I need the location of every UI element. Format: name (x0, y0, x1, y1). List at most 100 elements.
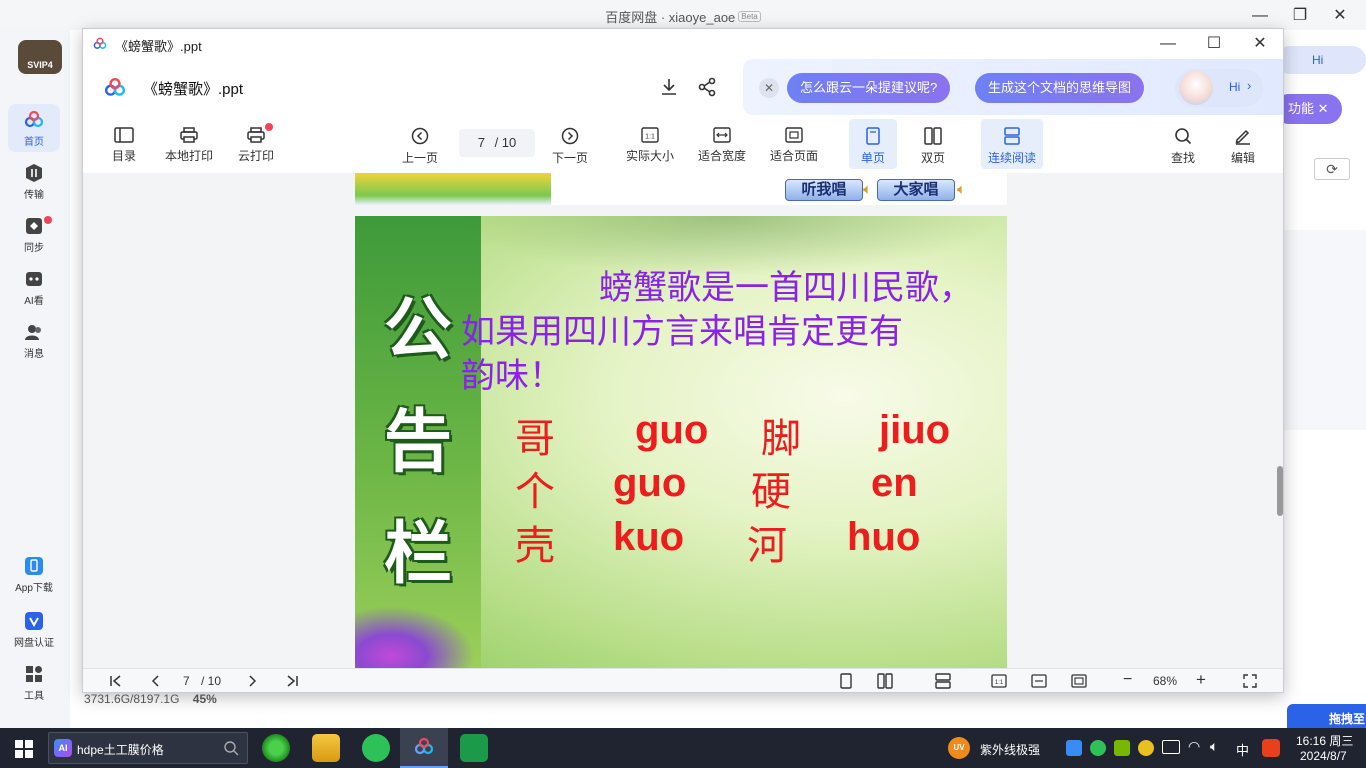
battery-icon[interactable] (1162, 740, 1180, 754)
bg-hi-chip[interactable]: Hi (1276, 46, 1366, 74)
ai-hi-button[interactable]: Hi › (1175, 69, 1263, 107)
minimize-button[interactable]: — (1148, 32, 1188, 56)
close-button[interactable]: ✕ (1240, 32, 1280, 56)
sidebar-item-transfer[interactable]: 传输 (8, 157, 60, 205)
screen-app-icon[interactable] (460, 734, 488, 762)
find-label: 查找 (1170, 151, 1195, 165)
current-page: 7 (477, 135, 485, 150)
prev-page-button[interactable]: 上一页 (395, 119, 445, 169)
flower-decoration (355, 606, 475, 668)
sing-along-button[interactable]: 大家唱 (877, 179, 955, 201)
browser-app-icon[interactable] (262, 734, 290, 762)
sogou-ime-icon[interactable] (1262, 739, 1280, 757)
zoom-in-button[interactable]: + (1196, 670, 1206, 690)
pinyin-sound: jiuo (879, 408, 951, 452)
status-current-page[interactable]: 7 (183, 674, 190, 688)
last-page-icon[interactable] (285, 674, 299, 688)
wechat-tray-icon[interactable] (1090, 740, 1106, 756)
cloud-print-button[interactable]: 云打印 (231, 119, 281, 169)
taskbar-search-box[interactable]: AI hdpe土工膜价格 (48, 732, 248, 764)
uv-weather-label[interactable]: 紫外线极强 (980, 741, 1040, 758)
pinyin-sound: kuo (613, 515, 685, 559)
prev-slide-decoration (355, 173, 551, 205)
sidebar-item-label: 消息 (24, 349, 44, 360)
zoom-level[interactable]: 68% (1153, 674, 1177, 688)
zoom-out-button[interactable]: − (1123, 671, 1132, 689)
first-page-icon[interactable] (109, 674, 123, 688)
baidu-netdisk-taskbar-item[interactable] (400, 728, 448, 768)
bg-restore-button[interactable]: ❐ (1280, 4, 1320, 28)
clock-time[interactable]: 16:16 周三 (1296, 732, 1353, 749)
board-char-2: 告 (383, 402, 452, 482)
sidebar-item-verify[interactable]: 网盘认证 (8, 605, 60, 653)
double-page-icon[interactable] (877, 673, 893, 689)
windows-start-icon[interactable] (15, 740, 33, 758)
continuous-read-icon[interactable] (935, 673, 951, 689)
wifi-icon[interactable]: ◠ (1188, 738, 1200, 755)
double-page-button[interactable]: 双页 (909, 119, 957, 169)
chevron-left-circle-icon (411, 127, 429, 145)
page-number-input[interactable]: 7 / 10 (459, 129, 535, 157)
volume-icon[interactable]: 🔈︎ (1210, 738, 1218, 755)
file-explorer-icon[interactable] (312, 734, 340, 762)
share-icon[interactable] (697, 77, 717, 97)
listen-song-label: 听我唱 (801, 181, 847, 198)
sidebar-item-label: 工具 (24, 691, 44, 702)
fit-width-icon[interactable] (1031, 674, 1047, 688)
sidebar-item-tools[interactable]: 工具 (8, 658, 60, 706)
bg-close-button[interactable]: ✕ (1320, 4, 1360, 28)
cloud-logo-icon (93, 37, 107, 49)
refresh-icon[interactable]: ⟳ (1314, 158, 1350, 180)
fit-page-icon[interactable] (1071, 674, 1087, 688)
single-page-button[interactable]: 单页 (849, 119, 897, 169)
maximize-button[interactable]: ☐ (1194, 32, 1234, 56)
local-print-button[interactable]: 本地打印 (161, 119, 217, 169)
download-icon[interactable] (659, 77, 679, 97)
pinyin-char: 河 (747, 523, 787, 569)
ime-indicator[interactable]: 中 (1236, 740, 1249, 759)
svip-avatar[interactable]: SVIP4 (18, 40, 62, 74)
sidebar-item-app-download[interactable]: App下载 (8, 550, 60, 598)
wechat-icon[interactable] (362, 734, 390, 762)
ai-mindmap-chip[interactable]: 生成这个文档的思维导图 (975, 73, 1145, 103)
bg-feature-text: 功能 (1288, 101, 1315, 116)
actual-size-icon[interactable]: 1:1 (991, 674, 1007, 688)
speaker-icon: 🔈︎ (957, 181, 967, 198)
bg-feature-chip[interactable]: 功能 ✕ (1274, 94, 1342, 124)
total-pages: / 10 (494, 135, 517, 150)
sidebar-item-sync[interactable]: 同步 (8, 210, 60, 258)
tray-app-icon[interactable] (1138, 740, 1154, 756)
double-page-label: 双页 (920, 151, 945, 165)
ai-search-badge: AI (54, 739, 72, 757)
sidebar-item-home[interactable]: 首页 (8, 104, 60, 152)
sidebar-item-label: 首页 (24, 137, 44, 148)
listen-song-button[interactable]: 听我唱 (785, 179, 863, 201)
fit-width-button[interactable]: 适合宽度 (691, 119, 753, 169)
document-canvas[interactable]: 听我唱 🔈︎ 大家唱 🔈︎ 公 告 栏 螃蟹歌是一首四川民歌， 如果用四川方言来… (83, 173, 1283, 668)
actual-size-button[interactable]: 1:1 实际大小 (619, 119, 681, 169)
find-button[interactable]: 查找 (1159, 119, 1207, 169)
sidebar-item-label: 传输 (24, 190, 44, 201)
sidebar-item-ai-view[interactable]: AI看 (8, 263, 60, 311)
fit-page-button[interactable]: 适合页面 (763, 119, 825, 169)
continuous-read-button[interactable]: 连续阅读 (981, 119, 1043, 169)
ai-suggestion-text: 怎么跟云一朵提建议呢? (800, 80, 938, 95)
fullscreen-icon[interactable] (1243, 674, 1257, 688)
nvidia-tray-icon[interactable] (1114, 740, 1130, 756)
clock-date[interactable]: 2024/8/7 (1300, 749, 1347, 763)
ai-strip-close-icon[interactable]: ✕ (759, 78, 779, 98)
next-page-button[interactable]: 下一页 (545, 119, 595, 169)
chevron-left-icon[interactable] (149, 674, 163, 688)
chevron-right-icon[interactable] (245, 674, 259, 688)
toc-button[interactable]: 目录 (99, 119, 149, 169)
bg-minimize-button[interactable]: — (1240, 4, 1280, 28)
search-icon (224, 741, 239, 756)
fit-width-icon (713, 127, 731, 143)
single-page-icon[interactable] (839, 673, 853, 689)
scrollbar-thumb[interactable] (1277, 466, 1283, 516)
netdisk-tray-icon[interactable] (1066, 740, 1082, 756)
sidebar-item-label: App下载 (15, 583, 53, 594)
edit-button[interactable]: 编辑 (1219, 119, 1267, 169)
sidebar-item-messages[interactable]: 消息 (8, 316, 60, 364)
ai-suggestion-chip[interactable]: 怎么跟云一朵提建议呢? (787, 73, 951, 103)
